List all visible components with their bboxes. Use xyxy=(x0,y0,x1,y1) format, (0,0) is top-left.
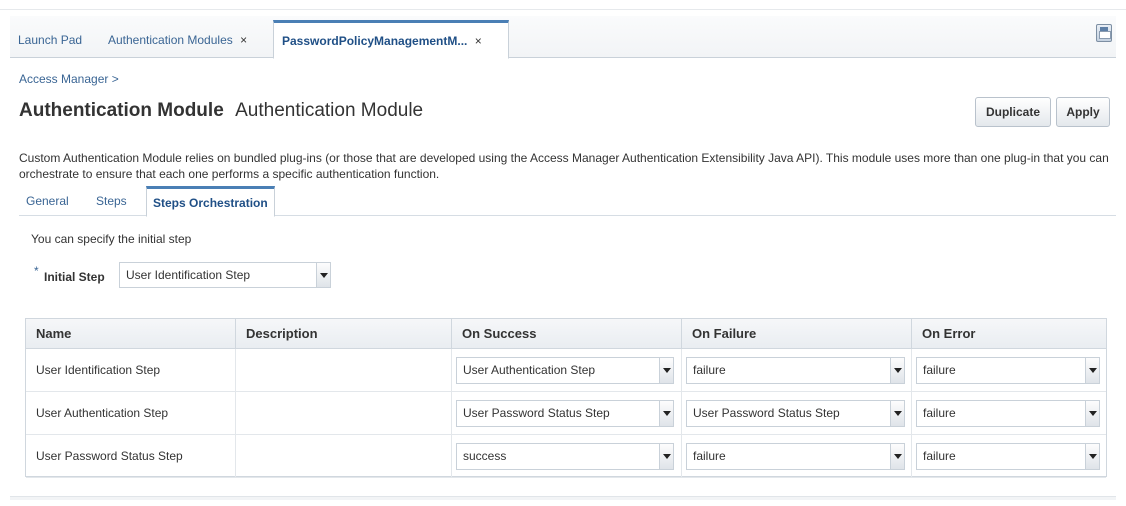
chevron-down-icon[interactable] xyxy=(659,444,673,469)
tab-launch-pad[interactable]: Launch Pad xyxy=(10,24,90,58)
tab-label: Launch Pad xyxy=(18,33,83,47)
initial-step-select[interactable]: User Identification Step xyxy=(119,262,331,288)
select-value: User Authentication Step xyxy=(463,363,596,377)
on-success-select[interactable]: success xyxy=(456,443,674,470)
tab-bar: Launch Pad Authentication Modules × Pass… xyxy=(10,16,1116,59)
step-name: User Identification Step xyxy=(26,349,236,391)
column-header-description[interactable]: Description xyxy=(236,319,452,349)
chevron-down-icon[interactable] xyxy=(1085,444,1099,469)
tab-label: PasswordPolicyManagementM... xyxy=(282,34,468,48)
on-success-select[interactable]: User Authentication Step xyxy=(456,357,674,384)
table-header: Name Description On Success On Failure O… xyxy=(26,319,1106,349)
chevron-down-icon[interactable] xyxy=(890,401,904,426)
save-icon[interactable] xyxy=(1096,24,1112,42)
select-value: failure xyxy=(693,363,726,377)
table-row: User Authentication Step User Password S… xyxy=(26,392,1106,435)
on-failure-select[interactable]: User Password Status Step xyxy=(686,400,905,427)
tab-steps-orchestration[interactable]: Steps Orchestration xyxy=(146,186,275,217)
required-marker: * xyxy=(34,264,39,278)
title-row: Authentication Module Authentication Mod… xyxy=(19,100,423,130)
select-value: User Password Status Step xyxy=(463,406,610,420)
table-row: User Identification Step User Authentica… xyxy=(26,349,1106,392)
page-title: Authentication Module xyxy=(19,100,224,121)
close-icon[interactable]: × xyxy=(240,33,247,47)
on-error-select[interactable]: failure xyxy=(916,400,1100,427)
on-error-select[interactable]: failure xyxy=(916,357,1100,384)
tab-password-policy-management[interactable]: PasswordPolicyManagementM... × xyxy=(273,20,509,59)
select-value: failure xyxy=(923,363,956,377)
column-header-on-error[interactable]: On Error xyxy=(912,319,1106,349)
initial-step-value: User Identification Step xyxy=(126,268,251,282)
chevron-down-icon[interactable] xyxy=(890,358,904,383)
on-failure-select[interactable]: failure xyxy=(686,443,905,470)
chevron-down-icon[interactable] xyxy=(1085,401,1099,426)
step-description xyxy=(236,435,452,477)
table-row: User Password Status Step success failur… xyxy=(26,435,1106,478)
step-name: User Password Status Step xyxy=(26,435,236,477)
chevron-down-icon[interactable] xyxy=(659,401,673,426)
tab-general[interactable]: General xyxy=(26,194,69,208)
initial-step-hint: You can specify the initial step xyxy=(31,232,192,246)
select-value: failure xyxy=(923,406,956,420)
on-failure-select[interactable]: failure xyxy=(686,357,905,384)
chevron-down-icon[interactable] xyxy=(890,444,904,469)
select-value: User Password Status Step xyxy=(693,406,840,420)
column-header-on-failure[interactable]: On Failure xyxy=(682,319,912,349)
chevron-down-icon[interactable] xyxy=(659,358,673,383)
initial-step-label: Initial Step xyxy=(44,270,105,284)
subtab-bar: General Steps Steps Orchestration xyxy=(19,186,1116,217)
select-value: failure xyxy=(923,449,956,463)
on-success-select[interactable]: User Password Status Step xyxy=(456,400,674,427)
module-description: Custom Authentication Module relies on b… xyxy=(19,151,1109,181)
column-header-on-success[interactable]: On Success xyxy=(452,319,682,349)
page-subtitle: Authentication Module xyxy=(235,100,424,121)
top-strip xyxy=(0,0,1126,10)
chevron-down-icon[interactable] xyxy=(1085,358,1099,383)
steps-table: Name Description On Success On Failure O… xyxy=(25,318,1107,478)
duplicate-button[interactable]: Duplicate xyxy=(975,97,1051,127)
chevron-down-icon[interactable] xyxy=(316,263,330,287)
step-description xyxy=(236,349,452,391)
apply-button[interactable]: Apply xyxy=(1056,97,1110,127)
step-name: User Authentication Step xyxy=(26,392,236,434)
close-icon[interactable]: × xyxy=(475,34,482,48)
step-description xyxy=(236,392,452,434)
tab-steps[interactable]: Steps xyxy=(96,194,127,208)
tab-authentication-modules[interactable]: Authentication Modules × xyxy=(100,24,255,58)
select-value: success xyxy=(463,449,507,463)
select-value: failure xyxy=(693,449,726,463)
breadcrumb[interactable]: Access Manager > xyxy=(19,72,119,86)
tab-label: Authentication Modules xyxy=(108,33,233,47)
bottom-strip xyxy=(10,496,1116,500)
on-error-select[interactable]: failure xyxy=(916,443,1100,470)
column-header-name[interactable]: Name xyxy=(26,319,236,349)
